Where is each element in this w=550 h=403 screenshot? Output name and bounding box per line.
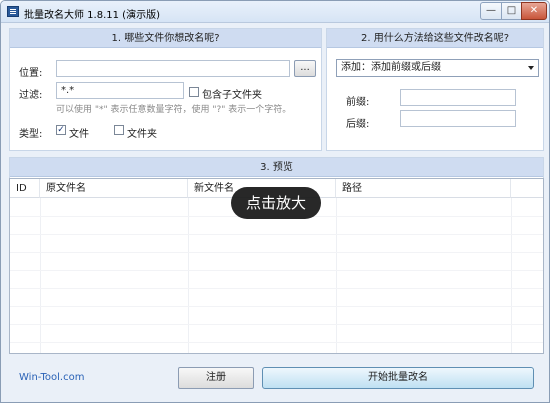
column-header-blank: [511, 179, 543, 198]
chevron-down-icon: [528, 66, 534, 70]
maximize-button[interactable]: □: [501, 2, 522, 20]
row-divider: [10, 270, 543, 271]
type-label: 类型:: [19, 129, 43, 140]
preview-panel: 3. 预览: [9, 157, 544, 178]
suffix-input[interactable]: [400, 110, 516, 127]
column-header-original-name[interactable]: 原文件名: [40, 179, 188, 198]
filter-label: 过滤:: [19, 90, 43, 101]
browse-button[interactable]: ...: [294, 60, 316, 77]
include-subfolders-label: 包含子文件夹: [202, 90, 262, 101]
type-folder-checkbox[interactable]: [114, 125, 124, 135]
column-divider: [40, 198, 41, 353]
row-divider: [10, 234, 543, 235]
title-bar: 批量改名大师 1.8.11 (演示版) — □ ✕: [1, 1, 549, 23]
location-input[interactable]: [56, 60, 290, 77]
app-window: 批量改名大师 1.8.11 (演示版) — □ ✕ 1. 哪些文件你想改名呢? …: [0, 0, 550, 403]
prefix-input[interactable]: [400, 89, 516, 106]
location-label: 位置:: [19, 68, 43, 79]
row-divider: [10, 342, 543, 343]
column-header-id[interactable]: ID: [10, 179, 40, 198]
method-select[interactable]: 添加：添加前缀或后缀: [336, 59, 539, 77]
panel-heading-method: 2. 用什么方法给这些文件改名呢?: [327, 29, 543, 48]
app-icon: [7, 6, 19, 17]
include-subfolders-checkbox[interactable]: [189, 87, 199, 97]
type-file-label: 文件: [69, 129, 89, 140]
prefix-label: 前缀:: [346, 97, 370, 108]
zoom-overlay-button[interactable]: 点击放大: [231, 187, 321, 219]
column-divider: [188, 198, 189, 353]
source-files-panel: 1. 哪些文件你想改名呢? 位置: ... 过滤: *.* 包含子文件夹 可以使…: [9, 28, 322, 151]
window-title: 批量改名大师 1.8.11 (演示版): [24, 10, 160, 21]
rename-method-panel: 2. 用什么方法给这些文件改名呢? 添加：添加前缀或后缀 前缀: 后缀:: [326, 28, 544, 151]
method-selected-value: 添加：添加前缀或后缀: [341, 62, 441, 73]
start-batch-rename-button[interactable]: 开始批量改名: [262, 367, 534, 389]
filter-input[interactable]: *.*: [56, 82, 184, 99]
panel-heading-source: 1. 哪些文件你想改名呢?: [10, 29, 321, 48]
column-divider: [511, 198, 512, 353]
row-divider: [10, 306, 543, 307]
minimize-button[interactable]: —: [480, 2, 502, 20]
website-link[interactable]: Win-Tool.com: [19, 372, 84, 383]
register-button[interactable]: 注册: [178, 367, 254, 389]
panel-heading-preview: 3. 预览: [10, 158, 543, 177]
type-folder-label: 文件夹: [127, 129, 157, 140]
filter-hint: 可以使用 "*" 表示任意数量字符，使用 "?" 表示一个字符。: [56, 105, 292, 115]
row-divider: [10, 324, 543, 325]
row-divider: [10, 288, 543, 289]
suffix-label: 后缀:: [346, 119, 370, 130]
column-header-path[interactable]: 路径: [336, 179, 511, 198]
type-file-checkbox[interactable]: ✓: [56, 125, 66, 135]
close-button[interactable]: ✕: [521, 2, 547, 20]
column-divider: [336, 198, 337, 353]
row-divider: [10, 252, 543, 253]
